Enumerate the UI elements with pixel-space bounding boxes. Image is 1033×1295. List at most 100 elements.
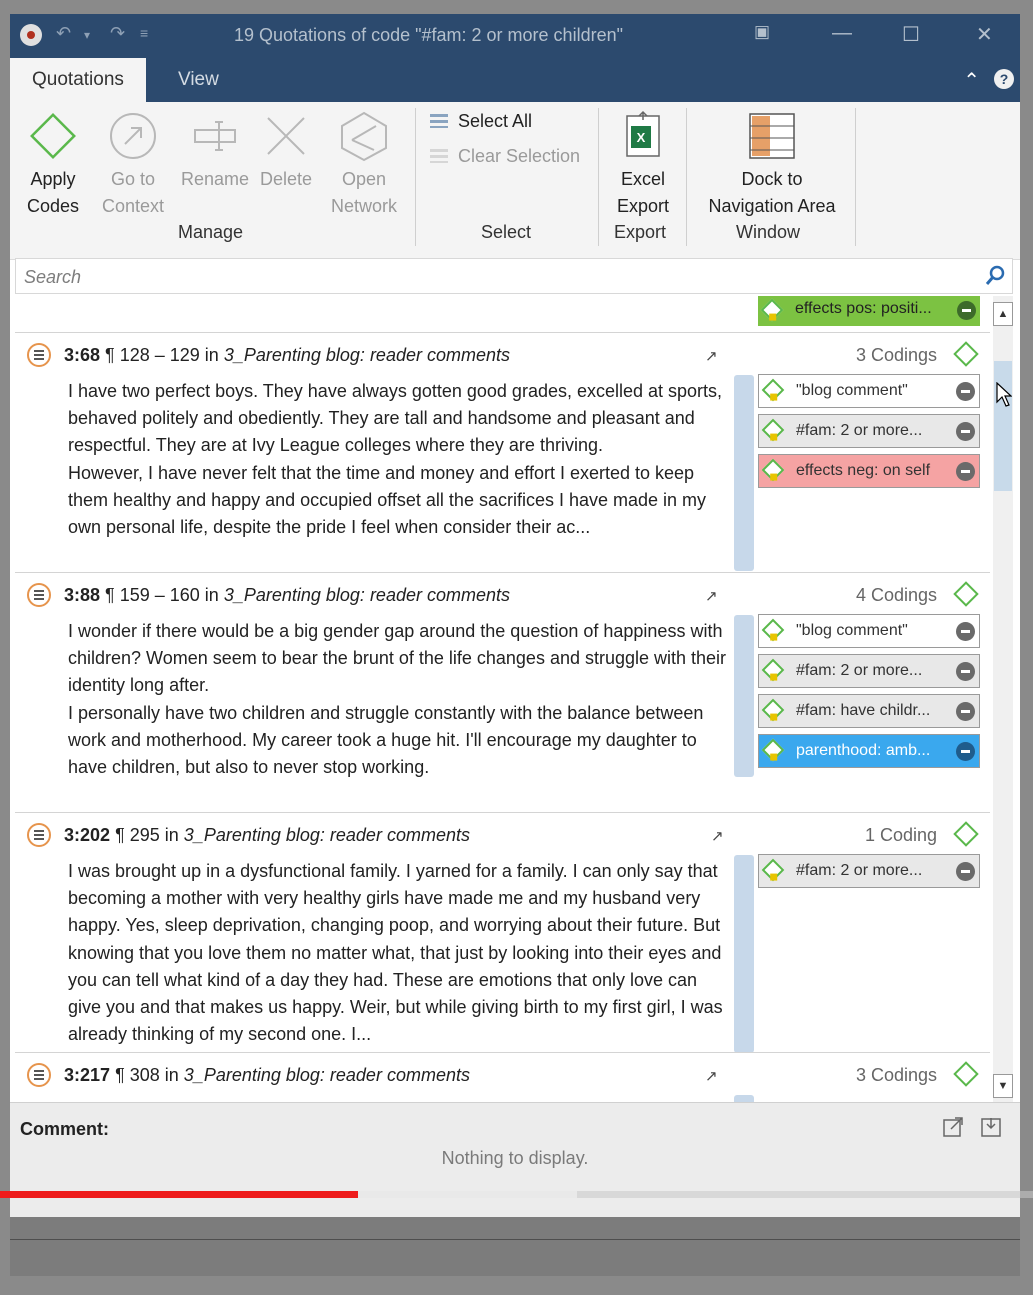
add-code-icon[interactable] bbox=[953, 581, 979, 607]
close-icon[interactable]: ✕ bbox=[976, 22, 993, 47]
code-chip[interactable]: "blog comment" bbox=[758, 614, 980, 648]
window-title: 19 Quotations of code "#fam: 2 or more c… bbox=[234, 25, 623, 45]
comment-panel: Comment: Nothing to display. bbox=[10, 1102, 1020, 1217]
remove-code-icon[interactable] bbox=[956, 462, 975, 481]
tab-quotations[interactable]: Quotations bbox=[10, 58, 146, 102]
code-chip[interactable]: #fam: 2 or more... bbox=[758, 854, 980, 888]
maximize-icon[interactable]: ☐ bbox=[902, 22, 920, 47]
codes-strip bbox=[734, 375, 754, 571]
video-progress-bar[interactable] bbox=[0, 1191, 1033, 1198]
document-link[interactable]: 3_Parenting blog: reader comments bbox=[184, 1065, 470, 1085]
code-label: "blog comment" bbox=[796, 622, 908, 639]
remove-code-icon[interactable] bbox=[956, 702, 975, 721]
ribbon-separator bbox=[686, 108, 687, 246]
codes-strip bbox=[734, 855, 754, 1053]
undo-icon[interactable]: ↶ bbox=[56, 23, 71, 44]
open-quotation-icon[interactable]: ↗ bbox=[705, 347, 718, 365]
codes-strip bbox=[734, 615, 754, 777]
open-quotation-icon[interactable]: ↗ bbox=[705, 1067, 718, 1085]
remove-code-icon[interactable] bbox=[957, 301, 976, 320]
code-icon bbox=[761, 658, 785, 682]
search-box[interactable]: Search bbox=[15, 258, 1013, 294]
collapse-ribbon-icon[interactable]: ⌃ bbox=[963, 68, 980, 93]
document-link[interactable]: 3_Parenting blog: reader comments bbox=[224, 345, 510, 365]
restore-window-icon[interactable]: ▣ bbox=[754, 22, 770, 42]
video-overlay-area bbox=[10, 1217, 1020, 1276]
code-label: "blog comment" bbox=[796, 382, 908, 399]
code-chip[interactable]: #fam: have childr... bbox=[758, 694, 980, 728]
quotation-icon bbox=[27, 583, 51, 607]
minimize-icon[interactable]: — bbox=[832, 22, 852, 45]
excel-icon: X bbox=[612, 110, 674, 162]
scroll-up-icon[interactable]: ▲ bbox=[993, 302, 1013, 326]
add-code-icon[interactable] bbox=[953, 1061, 979, 1087]
search-icon[interactable] bbox=[982, 263, 1008, 289]
quotation-entry[interactable]: 3:202 ¶ 295 in 3_Parenting blog: reader … bbox=[15, 812, 990, 1053]
delete-button[interactable]: Delete bbox=[256, 110, 316, 193]
code-label: #fam: 2 or more... bbox=[796, 862, 923, 879]
remove-code-icon[interactable] bbox=[956, 622, 975, 641]
code-icon bbox=[761, 858, 785, 882]
quotation-text: I wonder if there would be a big gender … bbox=[68, 621, 727, 778]
app-icon[interactable] bbox=[20, 24, 42, 46]
quotation-header: 3:68 ¶ 128 – 129 in 3_Parenting blog: re… bbox=[64, 345, 510, 365]
open-comment-editor-icon[interactable] bbox=[942, 1116, 964, 1138]
quotation-icon bbox=[27, 1063, 51, 1087]
select-group-label: Select bbox=[481, 222, 532, 242]
quotation-header: 3:202 ¶ 295 in 3_Parenting blog: reader … bbox=[64, 825, 470, 845]
clear-selection-icon bbox=[430, 149, 448, 163]
redo-icon[interactable]: ↷ bbox=[110, 23, 125, 44]
export-group-label: Export bbox=[614, 222, 667, 242]
network-icon bbox=[328, 110, 400, 162]
add-code-icon[interactable] bbox=[953, 341, 979, 367]
quotation-list[interactable]: effects pos: positi... 3:68 ¶ 128 – 129 … bbox=[15, 296, 1013, 1102]
divider bbox=[10, 1239, 1020, 1240]
open-quotation-icon[interactable]: ↗ bbox=[711, 827, 724, 845]
remove-code-icon[interactable] bbox=[956, 382, 975, 401]
code-chip[interactable]: parenthood: amb... bbox=[758, 734, 980, 768]
excel-export-button[interactable]: X Excel Export bbox=[612, 110, 674, 220]
apply-codes-button[interactable]: Apply Codes bbox=[24, 110, 82, 220]
rename-button[interactable]: Rename bbox=[180, 110, 250, 193]
save-comment-icon[interactable] bbox=[980, 1116, 1002, 1138]
tab-view[interactable]: View bbox=[156, 58, 241, 102]
quotation-entry[interactable]: 3:68 ¶ 128 – 129 in 3_Parenting blog: re… bbox=[15, 332, 990, 572]
remove-code-icon[interactable] bbox=[956, 422, 975, 441]
remove-code-icon[interactable] bbox=[956, 742, 975, 761]
quotation-entry[interactable]: 3:217 ¶ 308 in 3_Parenting blog: reader … bbox=[15, 1052, 990, 1102]
quotation-icon bbox=[27, 823, 51, 847]
clear-selection-button[interactable]: Clear Selection bbox=[430, 146, 580, 167]
go-to-context-button[interactable]: Go to Context bbox=[98, 110, 168, 220]
search-input[interactable]: Search bbox=[24, 267, 81, 288]
open-network-button[interactable]: Open Network bbox=[328, 110, 400, 220]
document-link[interactable]: 3_Parenting blog: reader comments bbox=[184, 825, 470, 845]
code-chip[interactable]: effects pos: positi... bbox=[758, 296, 980, 326]
customize-toolbar-icon[interactable]: ≡ bbox=[140, 25, 148, 41]
remove-code-icon[interactable] bbox=[956, 662, 975, 681]
video-played-bar bbox=[0, 1191, 359, 1198]
ribbon-separator bbox=[855, 108, 856, 246]
quotation-manager-window: ↶ ▾ ↷ ≡ 19 Quotations of code "#fam: 2 o… bbox=[10, 14, 1020, 1276]
code-chip[interactable]: #fam: 2 or more... bbox=[758, 414, 980, 448]
code-icon bbox=[761, 738, 785, 762]
comment-label: Comment: bbox=[20, 1119, 109, 1139]
code-icon bbox=[761, 698, 785, 722]
document-link[interactable]: 3_Parenting blog: reader comments bbox=[224, 585, 510, 605]
help-icon[interactable]: ? bbox=[994, 69, 1014, 89]
undo-dropdown-icon[interactable]: ▾ bbox=[84, 28, 90, 42]
code-chip[interactable]: #fam: 2 or more... bbox=[758, 654, 980, 688]
open-quotation-icon[interactable]: ↗ bbox=[705, 587, 718, 605]
window-group-label: Window bbox=[736, 222, 801, 242]
add-code-icon[interactable] bbox=[953, 821, 979, 847]
go-to-context-icon bbox=[98, 110, 168, 162]
select-all-button[interactable]: Select All bbox=[430, 111, 532, 132]
code-label: #fam: have childr... bbox=[796, 702, 931, 719]
code-chip[interactable]: effects neg: on self bbox=[758, 454, 980, 488]
vertical-scrollbar[interactable]: ▲ ▼ bbox=[993, 296, 1013, 1102]
dock-to-navigation-button[interactable]: Dock to Navigation Area bbox=[700, 110, 844, 220]
scrollbar-thumb[interactable] bbox=[994, 361, 1012, 491]
quotation-entry[interactable]: 3:88 ¶ 159 – 160 in 3_Parenting blog: re… bbox=[15, 572, 990, 812]
scroll-down-icon[interactable]: ▼ bbox=[993, 1074, 1013, 1098]
code-chip[interactable]: "blog comment" bbox=[758, 374, 980, 408]
remove-code-icon[interactable] bbox=[956, 862, 975, 881]
